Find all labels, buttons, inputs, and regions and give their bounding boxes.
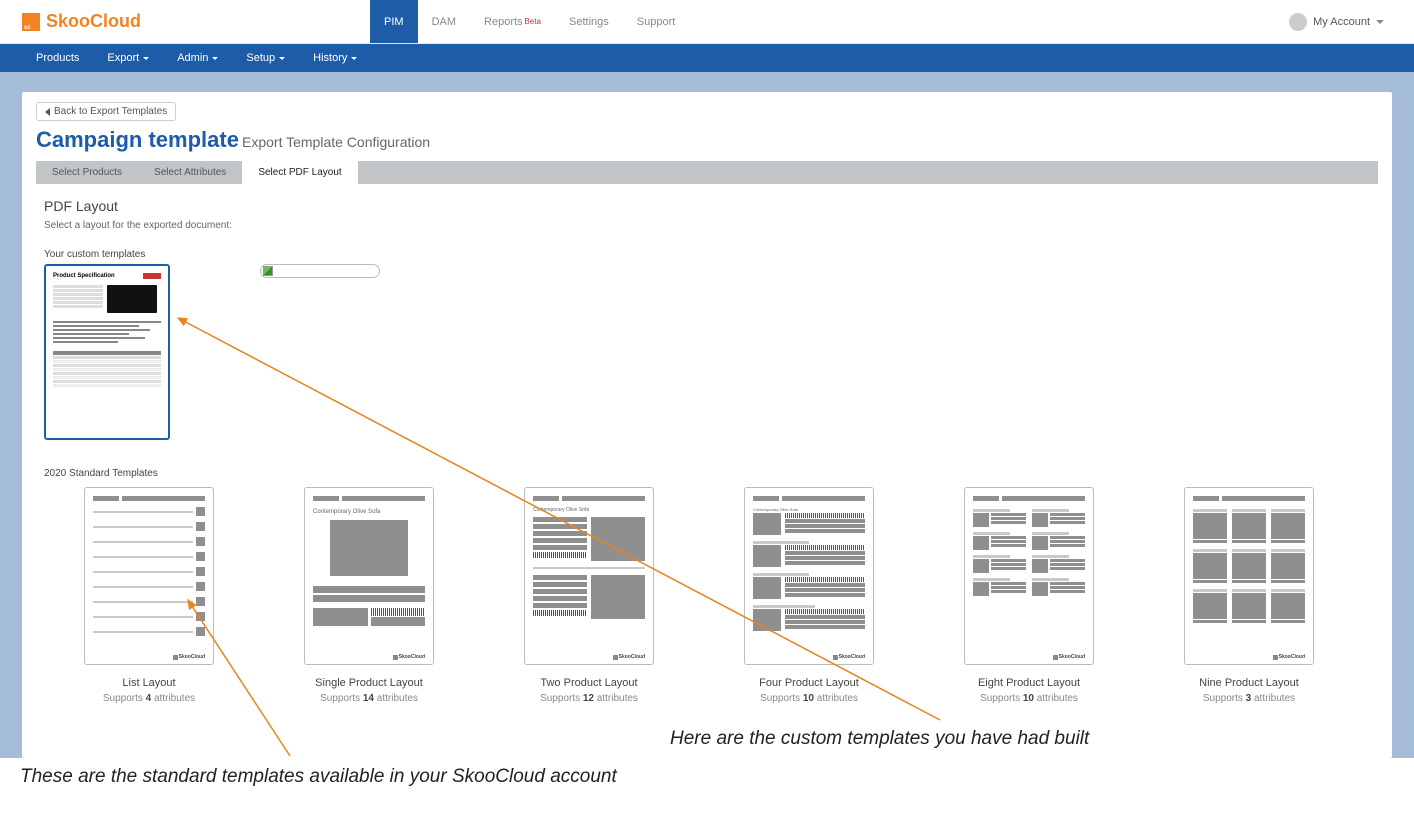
- std-template-item: SkooCloud List Layout Supports 4 attribu…: [84, 487, 214, 704]
- template-four-product[interactable]: Contemporary Olive Sofa: [744, 487, 874, 665]
- tab-select-attributes[interactable]: Select Attributes: [138, 161, 242, 184]
- thumb-logo-icon: [143, 273, 161, 279]
- back-button[interactable]: Back to Export Templates: [36, 102, 176, 121]
- template-two-product[interactable]: Contemporary Olive Sofa: [524, 487, 654, 665]
- subnav-history[interactable]: History: [299, 44, 371, 72]
- primary-nav: PIM DAM Reports Beta Settings Support: [370, 0, 689, 43]
- avatar-icon: [1289, 13, 1307, 31]
- template-single-product[interactable]: Contemporary Olive Sofa: [304, 487, 434, 665]
- template-supports: Supports 3 attributes: [1203, 693, 1295, 704]
- std-template-item: Contemporary Olive Sofa: [304, 487, 434, 704]
- brand-logo[interactable]: SkooCloud: [0, 0, 370, 43]
- nav-dam[interactable]: DAM: [418, 0, 470, 43]
- brand-name: SkooCloud: [46, 11, 141, 32]
- nav-pim[interactable]: PIM: [370, 0, 418, 43]
- custom-templates-label: Your custom templates: [44, 249, 1370, 260]
- standard-templates-label: 2020 Standard Templates: [44, 468, 1370, 479]
- template-name: Single Product Layout: [315, 677, 423, 689]
- chevron-left-icon: [45, 108, 50, 116]
- config-tabs: Select Products Select Attributes Select…: [36, 161, 1378, 184]
- page-subtitle: Export Template Configuration: [242, 134, 430, 150]
- page-title: Campaign template: [36, 127, 239, 152]
- template-supports: Supports 14 attributes: [320, 693, 418, 704]
- template-name: Nine Product Layout: [1199, 677, 1299, 689]
- chevron-down-icon: [143, 57, 149, 60]
- section-subtitle: Select a layout for the exported documen…: [44, 220, 1370, 231]
- template-name: Two Product Layout: [540, 677, 637, 689]
- beta-badge: Beta: [525, 17, 541, 26]
- logo-square-icon: [22, 13, 40, 31]
- subnav-export[interactable]: Export: [93, 44, 163, 72]
- chevron-down-icon: [212, 57, 218, 60]
- template-eight-product[interactable]: SkooCloud: [964, 487, 1094, 665]
- nav-support[interactable]: Support: [623, 0, 690, 43]
- config-panel: Back to Export Templates Campaign templa…: [22, 92, 1392, 758]
- pdf-layout-section: PDF Layout Select a layout for the expor…: [36, 184, 1378, 718]
- account-menu[interactable]: My Account: [1289, 0, 1414, 43]
- section-title: PDF Layout: [44, 198, 1370, 214]
- thumb-title: Product Specification: [53, 273, 115, 279]
- subnav-products[interactable]: Products: [22, 44, 93, 72]
- template-supports: Supports 4 attributes: [103, 693, 195, 704]
- standard-templates-grid: SkooCloud List Layout Supports 4 attribu…: [44, 483, 1370, 704]
- std-template-item: SkooCloud Eight Product Layout Supports …: [964, 487, 1094, 704]
- template-supports: Supports 10 attributes: [760, 693, 858, 704]
- chevron-down-icon: [351, 57, 357, 60]
- template-name: Four Product Layout: [759, 677, 859, 689]
- broken-image-icon: [263, 266, 273, 276]
- account-label: My Account: [1313, 16, 1370, 28]
- top-bar: SkooCloud PIM DAM Reports Beta Settings …: [0, 0, 1414, 44]
- custom-template-broken[interactable]: [260, 264, 380, 278]
- std-template-item: Contemporary Olive Sofa: [744, 487, 874, 704]
- template-name: Eight Product Layout: [978, 677, 1080, 689]
- annotation-custom: Here are the custom templates you have h…: [670, 728, 1089, 750]
- tab-select-products[interactable]: Select Products: [36, 161, 138, 184]
- thumb-product-image-icon: [107, 285, 157, 313]
- subnav-setup[interactable]: Setup: [232, 44, 299, 72]
- std-template-item: Contemporary Olive Sofa: [524, 487, 654, 704]
- nav-settings[interactable]: Settings: [555, 0, 623, 43]
- chevron-down-icon: [1376, 20, 1384, 24]
- subnav-admin[interactable]: Admin: [163, 44, 232, 72]
- custom-template-card[interactable]: Product Specification: [44, 264, 170, 440]
- secondary-nav: Products Export Admin Setup History: [0, 44, 1414, 72]
- content-area: Back to Export Templates Campaign templa…: [0, 72, 1414, 758]
- template-name: List Layout: [122, 677, 175, 689]
- template-list-layout[interactable]: SkooCloud: [84, 487, 214, 665]
- custom-templates-row: Product Specification: [44, 264, 1370, 440]
- annotation-standard: These are the standard templates availab…: [20, 766, 617, 788]
- nav-reports[interactable]: Reports Beta: [470, 0, 555, 43]
- tab-select-pdf-layout[interactable]: Select PDF Layout: [242, 161, 357, 184]
- chevron-down-icon: [279, 57, 285, 60]
- template-supports: Supports 10 attributes: [980, 693, 1078, 704]
- std-template-item: SkooCloud Nine Product Layout Supports 3…: [1184, 487, 1314, 704]
- template-supports: Supports 12 attributes: [540, 693, 638, 704]
- template-nine-product[interactable]: SkooCloud: [1184, 487, 1314, 665]
